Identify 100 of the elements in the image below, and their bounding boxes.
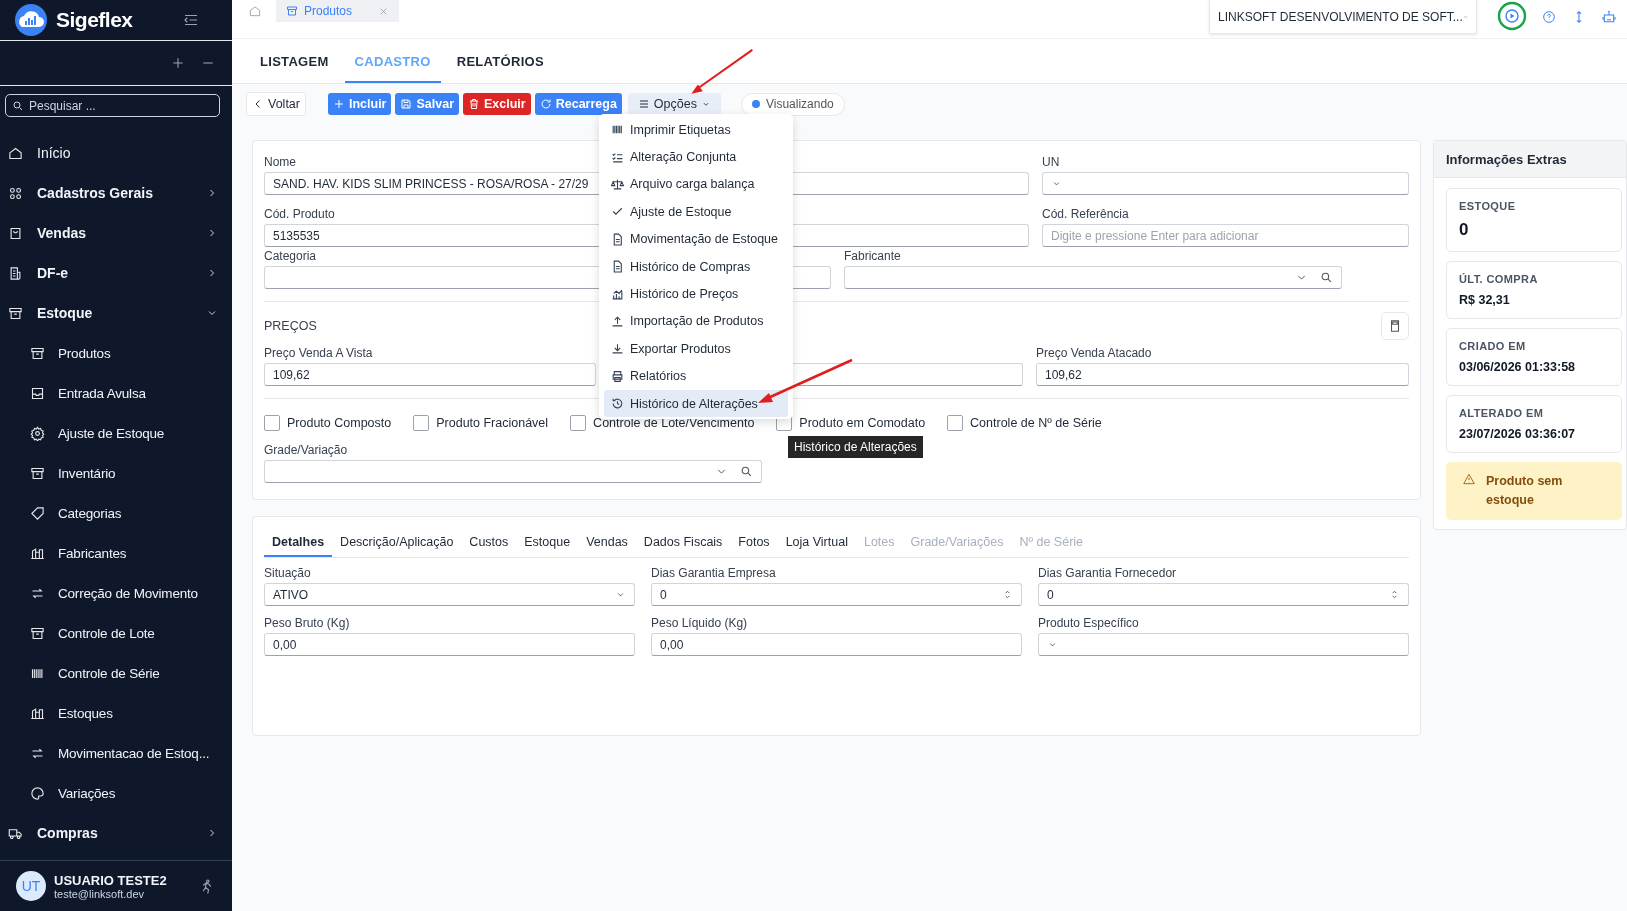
play-icon[interactable] bbox=[1497, 1, 1527, 31]
menu-item[interactable]: Compras bbox=[0, 813, 232, 853]
input-field[interactable]: Digite e pressione Enter para adicionar bbox=[1042, 224, 1409, 247]
menu-item[interactable]: Importação de Produtos bbox=[599, 307, 793, 336]
select-field[interactable] bbox=[1038, 633, 1409, 656]
tab[interactable]: Detalhes bbox=[264, 535, 333, 557]
menu-item[interactable]: DF-e bbox=[0, 253, 232, 293]
tab[interactable]: Descrição/Aplicação bbox=[332, 535, 462, 557]
toolbar-button[interactable]: Voltar bbox=[246, 92, 306, 116]
info-value: 03/06/2026 01:33:58 bbox=[1459, 360, 1577, 374]
menu-item[interactable]: Histórico de Preços bbox=[599, 280, 793, 308]
save-icon bbox=[400, 98, 413, 110]
panel-title: Informações Extras bbox=[1434, 141, 1626, 178]
number-field[interactable]: 0 bbox=[651, 583, 1022, 606]
toolbar-button[interactable]: Incluir bbox=[327, 93, 392, 115]
company-select[interactable]: LINKSOFT DESENVOLVIMENTO DE SOFT... bbox=[1209, 0, 1477, 34]
lookup-field[interactable] bbox=[844, 266, 1342, 289]
checkbox-option[interactable]: Controle de Lote/Vencimento bbox=[570, 415, 755, 431]
menu-item[interactable]: Relatórios bbox=[599, 362, 793, 390]
field-label: Dias Garantia Fornecedor bbox=[1038, 566, 1177, 580]
checkbox[interactable] bbox=[947, 415, 964, 431]
menu-item[interactable]: Arquivo carga balança bbox=[599, 170, 793, 199]
field-label: Fabricante bbox=[844, 249, 901, 263]
lookup-field[interactable] bbox=[264, 460, 762, 483]
menu-item[interactable]: Movimentação de Estoque bbox=[599, 225, 793, 253]
field-value: 0 bbox=[660, 587, 667, 602]
menu-item[interactable]: Histórico de Compras bbox=[599, 252, 793, 281]
file-icon bbox=[611, 260, 624, 274]
plus-icon[interactable] bbox=[170, 55, 186, 71]
submenu-item[interactable]: Entrada Avulsa bbox=[0, 373, 232, 413]
menu-item[interactable]: Cadastros Gerais bbox=[0, 173, 232, 213]
submenu-item[interactable]: Fabricantes bbox=[0, 533, 232, 573]
submenu-item[interactable]: Movimentacao de Estoq... bbox=[0, 733, 232, 773]
submenu-item[interactable]: Variações bbox=[0, 773, 232, 813]
menu-item[interactable]: Ajuste de Estoque bbox=[599, 198, 793, 226]
logo-icon bbox=[14, 3, 48, 37]
tab[interactable]: LISTAGEM bbox=[250, 54, 339, 83]
spinner-icon[interactable] bbox=[1002, 589, 1013, 600]
menu-item[interactable]: Início bbox=[0, 133, 232, 173]
submenu-item[interactable]: Controle de Lote bbox=[0, 613, 232, 653]
checkbox-option[interactable]: Produto Fracionável bbox=[413, 415, 549, 431]
info-value: R$ 32,31 bbox=[1459, 293, 1511, 307]
tab[interactable]: RELATÓRIOS bbox=[446, 54, 554, 83]
number-field[interactable]: 0 bbox=[1038, 583, 1409, 606]
input-field[interactable]: 109,62 bbox=[1036, 363, 1409, 386]
submenu-item[interactable]: Correção de Movimento bbox=[0, 573, 232, 613]
tab[interactable]: Dados Fiscais bbox=[635, 535, 731, 557]
toolbar-button[interactable]: Excluir bbox=[463, 93, 531, 115]
toolbar-button[interactable]: Salvar bbox=[395, 93, 459, 115]
select-value: ATIVO bbox=[273, 587, 309, 602]
field-label: Categoria bbox=[264, 249, 317, 263]
tab[interactable]: Estoque bbox=[516, 535, 579, 557]
status-badge: Visualizando bbox=[740, 92, 845, 116]
checkbox-option[interactable]: Produto Composto bbox=[264, 415, 392, 431]
menu-icon bbox=[637, 98, 650, 110]
select-field[interactable]: ATIVO bbox=[264, 583, 635, 606]
search-field[interactable]: Pesquisar ... bbox=[5, 94, 220, 117]
checkbox[interactable] bbox=[264, 415, 280, 431]
menu-item[interactable]: Exportar Produtos bbox=[599, 335, 793, 363]
field-label: Cód. Produto bbox=[264, 207, 335, 221]
input-field[interactable]: 109,62 bbox=[264, 363, 596, 386]
menu-item[interactable]: Vendas bbox=[0, 213, 232, 253]
field-label: Peso Bruto (Kg) bbox=[264, 616, 350, 630]
spinner-icon[interactable] bbox=[1389, 589, 1400, 600]
robot-icon[interactable] bbox=[1601, 9, 1617, 25]
home-icon[interactable] bbox=[248, 4, 262, 18]
submenu-item[interactable]: Produtos bbox=[0, 333, 232, 373]
checkbox-option[interactable]: Controle de Nº de Série bbox=[947, 415, 1102, 431]
tab[interactable]: Vendas bbox=[578, 535, 636, 557]
home-icon bbox=[8, 145, 23, 161]
select-field[interactable] bbox=[1042, 172, 1409, 195]
tab[interactable]: Custos bbox=[461, 535, 517, 557]
field-value: 0 bbox=[1047, 587, 1054, 602]
gear-icon bbox=[30, 425, 45, 441]
submenu-item[interactable]: Controle de Série bbox=[0, 653, 232, 693]
help-icon[interactable] bbox=[1541, 9, 1557, 25]
options-button[interactable]: Opções bbox=[627, 93, 721, 115]
archive-icon bbox=[286, 5, 298, 17]
checkbox[interactable] bbox=[413, 415, 430, 431]
field-label: Cód. Referência bbox=[1042, 207, 1129, 221]
input-field[interactable]: 0,00 bbox=[651, 633, 1022, 656]
document-icon bbox=[8, 265, 23, 281]
menu-item[interactable]: Alteração Conjunta bbox=[599, 143, 793, 171]
submenu-item[interactable]: Inventário bbox=[0, 453, 232, 493]
refresh-icon bbox=[539, 98, 552, 110]
field-label: Grade/Variação bbox=[264, 443, 348, 457]
field-label: Preço Venda A Vista bbox=[264, 346, 373, 360]
menu-item[interactable]: Imprimir Etiquetas bbox=[599, 116, 793, 144]
menu-item[interactable]: Estoque bbox=[0, 293, 232, 333]
tab[interactable]: Fotos bbox=[730, 535, 778, 557]
menu-item[interactable]: Histórico de Alterações bbox=[604, 389, 788, 418]
calculator-button[interactable] bbox=[1381, 312, 1409, 340]
tab[interactable]: Loja Virtual bbox=[777, 535, 856, 557]
submenu-item[interactable]: Categorias bbox=[0, 493, 232, 533]
input-field[interactable]: 0,00 bbox=[264, 633, 635, 656]
checkbox[interactable] bbox=[570, 415, 587, 431]
submenu-item[interactable]: Ajuste de Estoque bbox=[0, 413, 232, 453]
archive-icon bbox=[30, 465, 45, 481]
toolbar-button[interactable]: Recarrega bbox=[534, 93, 622, 115]
submenu-item[interactable]: Estoques bbox=[0, 693, 232, 733]
